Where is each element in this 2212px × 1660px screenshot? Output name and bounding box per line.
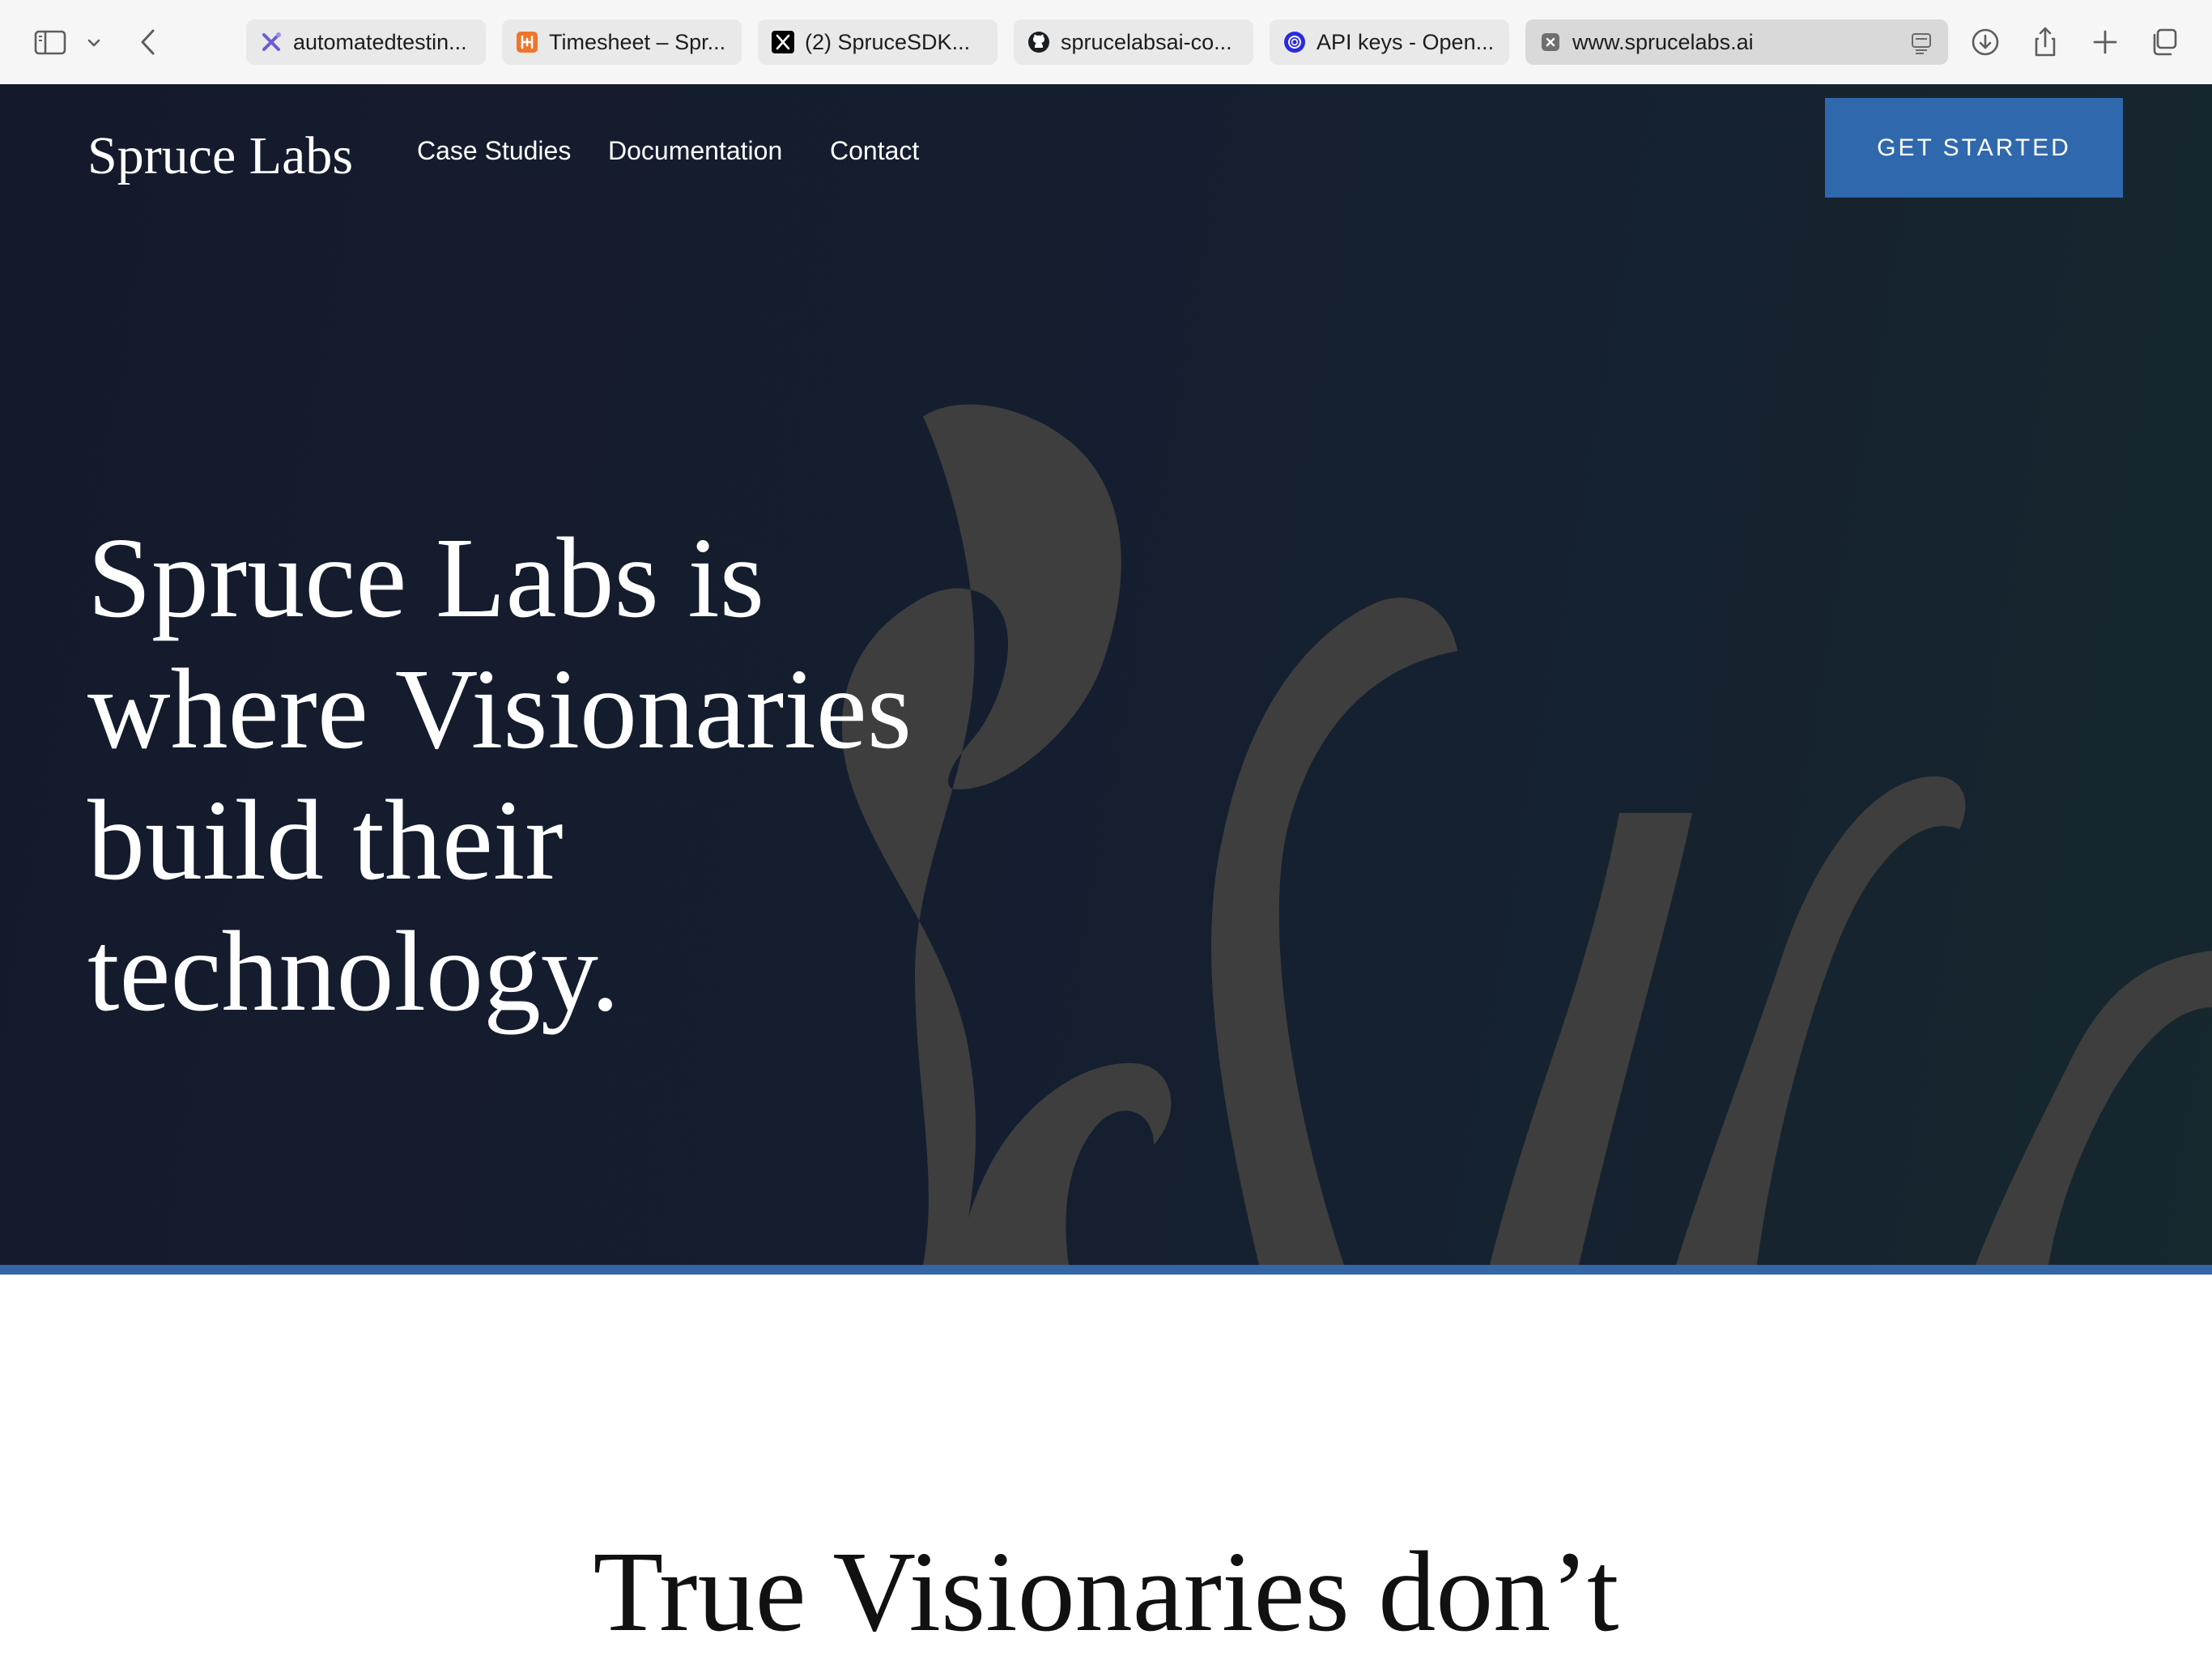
tab-automatedtesting[interactable]: automatedtestin... — [246, 19, 486, 65]
tab-label: www.sprucelabs.ai — [1572, 29, 1754, 54]
headline-line: technology. — [87, 907, 620, 1035]
github-icon — [1027, 30, 1051, 54]
site-logo[interactable]: Spruce Labs — [87, 112, 353, 201]
chevron-down-icon[interactable] — [78, 18, 110, 66]
tab-label: automatedtestin... — [293, 29, 467, 54]
tab-timesheet[interactable]: Timesheet – Spr... — [502, 19, 742, 65]
hero-section: Spruce Labs Case Studies Documentation C… — [0, 84, 2212, 1265]
tab-label: (2) SpruceSDK... — [805, 29, 971, 54]
tab-sprucesdk[interactable]: (2) SpruceSDK... — [758, 19, 998, 65]
hero-accent-divider — [0, 1265, 2212, 1275]
headline-line: build their — [87, 776, 564, 904]
headline-line: Spruce Labs is — [87, 513, 765, 641]
reader-icon[interactable] — [1909, 31, 1933, 55]
new-tab-plus-icon[interactable] — [2081, 18, 2129, 66]
tab-label: sprucelabsai-co... — [1061, 29, 1232, 54]
tab-overview-icon[interactable] — [2141, 18, 2189, 66]
openai-icon — [1283, 30, 1307, 54]
tab-github[interactable]: sprucelabsai-co... — [1014, 19, 1253, 65]
back-arrow-icon[interactable] — [125, 18, 173, 66]
close-icon[interactable] — [1538, 30, 1563, 54]
get-started-button[interactable]: GET STARTED — [1825, 98, 2123, 198]
tab-label: Timesheet – Spr... — [549, 29, 726, 54]
share-icon[interactable] — [2021, 18, 2069, 66]
hero-headline: Spruce Labs is where Visionaries build t… — [87, 512, 1059, 1036]
section-title: True Visionaries don’t — [593, 1527, 1619, 1655]
headline-line: where Visionaries — [87, 645, 912, 773]
nav-link-contact[interactable]: Contact — [830, 131, 919, 170]
download-icon[interactable] — [1961, 18, 2010, 66]
browser-toolbar: automatedtestin... Timesheet – Spr... (2… — [0, 0, 2212, 85]
harvest-icon — [515, 30, 539, 54]
tab-api-keys[interactable]: API keys - Open... — [1270, 19, 1509, 65]
tab-sprucelabs-active[interactable]: www.sprucelabs.ai — [1525, 19, 1948, 65]
x-logo-icon — [771, 30, 795, 54]
tab-label: API keys - Open... — [1317, 29, 1495, 54]
sparkle-icon — [259, 30, 283, 54]
nav-link-documentation[interactable]: Documentation — [608, 131, 782, 170]
nav-link-case-studies[interactable]: Case Studies — [417, 131, 571, 170]
sidebar-toggle-icon[interactable] — [26, 18, 74, 66]
